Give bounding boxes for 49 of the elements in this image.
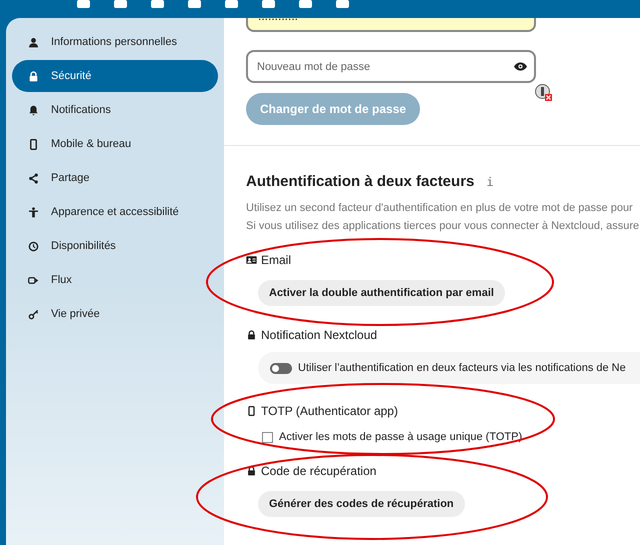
sidebar-item[interactable]: Notifications bbox=[12, 94, 218, 126]
id-card-icon bbox=[246, 255, 257, 265]
new-password-field[interactable]: Nouveau mot de passe bbox=[246, 50, 536, 83]
checkbox[interactable] bbox=[262, 432, 273, 442]
user-icon bbox=[28, 36, 39, 48]
sidebar-item[interactable]: Mobile & bureau bbox=[12, 128, 218, 160]
toggle-switch[interactable] bbox=[270, 362, 292, 374]
phone-icon bbox=[28, 138, 39, 150]
lock-icon bbox=[246, 330, 257, 340]
provider-button[interactable]: Générer des codes de récupération bbox=[258, 491, 465, 517]
app-icon[interactable] bbox=[336, 0, 349, 9]
app-icon[interactable] bbox=[299, 0, 312, 9]
key-warning-icon bbox=[535, 84, 552, 101]
app-icon[interactable] bbox=[151, 0, 164, 9]
accessibility-icon bbox=[28, 206, 39, 218]
sidebar-item[interactable]: Disponibilités bbox=[12, 230, 218, 262]
provider-title: TOTP (Authenticator app) bbox=[261, 403, 398, 420]
bell-icon bbox=[28, 104, 39, 116]
toggle-label: Utiliser l’authentification en deux facteurs via les notifications de Ne bbox=[298, 360, 626, 376]
eye-icon[interactable] bbox=[514, 62, 527, 71]
sidebar-item[interactable]: Informations personnelles bbox=[12, 26, 218, 58]
app-icon[interactable] bbox=[225, 0, 238, 9]
provider-title: Notification Nextcloud bbox=[261, 327, 378, 344]
provider-button[interactable]: Activer la double authentification par email bbox=[258, 280, 505, 306]
lock-icon bbox=[28, 70, 39, 82]
sidebar-item[interactable]: Vie privée bbox=[12, 298, 218, 330]
checkbox-label: Activer les mots de passe à usage unique (TOTP) bbox=[279, 430, 522, 445]
description-text: Utilisez un second facteur d'authentification en plus de votre mot de passe pour bbox=[246, 201, 634, 216]
toggle-row[interactable]: Utiliser l’authentification en deux facteurs via les notifications de Ne bbox=[258, 352, 640, 384]
current-password-field[interactable]: ............ bbox=[246, 18, 536, 32]
app-icon[interactable] bbox=[262, 0, 275, 9]
sidebar-item[interactable]: Apparence et accessibilité bbox=[12, 196, 218, 228]
feed-icon bbox=[28, 274, 39, 286]
sidebar-item[interactable]: Flux bbox=[12, 264, 218, 296]
phone-icon bbox=[246, 406, 257, 416]
info-icon[interactable]: i bbox=[486, 173, 494, 191]
clock-icon bbox=[28, 240, 39, 252]
sidebar-item[interactable]: Partage bbox=[12, 162, 218, 194]
lock-icon bbox=[246, 466, 257, 476]
share-icon bbox=[28, 172, 39, 184]
app-icon[interactable] bbox=[77, 0, 90, 9]
app-icon[interactable] bbox=[188, 0, 201, 9]
sidebar-item[interactable]: Sécurité bbox=[12, 60, 218, 92]
key-icon bbox=[28, 308, 39, 320]
provider-title: Code de récupération bbox=[261, 463, 376, 480]
app-icon[interactable] bbox=[114, 0, 127, 9]
description-text: Si vous utilisez des applications tierces pour vous connecter à Nextcloud, assure bbox=[246, 219, 640, 234]
section-title: Authentification à deux facteurs bbox=[246, 172, 474, 192]
provider-title: Email bbox=[261, 252, 292, 269]
